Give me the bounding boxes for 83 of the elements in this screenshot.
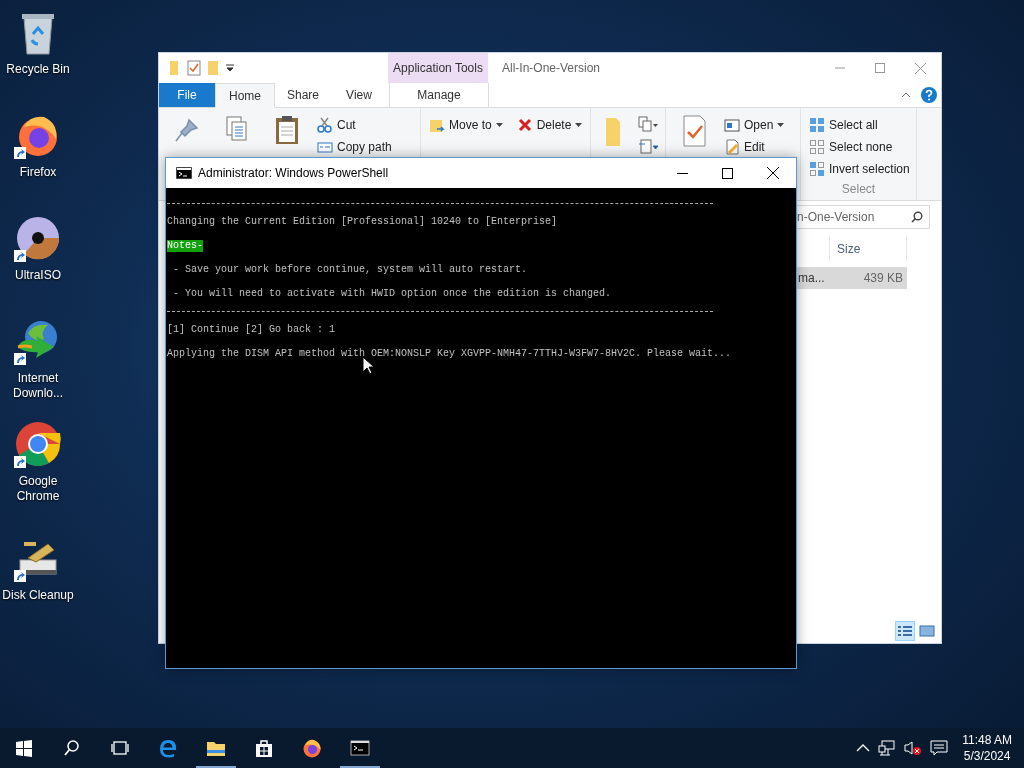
console-line: Applying the DISM API method with OEM:NONSLP Key XGVPP-NMH47-7TTHJ-W3FW7-8HV2C. Please wait... xyxy=(167,348,732,360)
customize-caret-icon[interactable] xyxy=(225,63,235,73)
search-placeholder: n-One-Version xyxy=(797,210,875,224)
column-header[interactable]: Size xyxy=(829,237,907,261)
ribbon-tab[interactable]: File xyxy=(159,83,215,107)
window-title: Administrator: Windows PowerShell xyxy=(198,166,390,180)
network-icon[interactable] xyxy=(878,740,897,756)
invert-selection-icon xyxy=(809,161,825,177)
date-text: 5/3/2024 xyxy=(963,748,1011,764)
edit-icon xyxy=(724,139,740,155)
icon-label[interactable]: UltraISO xyxy=(1,268,75,283)
view-button[interactable] xyxy=(895,621,915,641)
icon-label[interactable]: Google Chrome xyxy=(1,474,75,504)
window-title: All-In-One-Version xyxy=(502,61,601,75)
ribbon-button[interactable]: Delete xyxy=(514,114,585,136)
caret-icon xyxy=(575,123,583,127)
ribbon-button[interactable]: Select all xyxy=(807,114,912,136)
shortcut-arrow-icon xyxy=(14,570,26,582)
properties-icon[interactable] xyxy=(187,60,201,76)
running-indicator xyxy=(340,766,380,768)
ribbon-button[interactable]: Open xyxy=(722,114,787,136)
shortcut-arrow-icon xyxy=(14,250,26,262)
move-to-icon xyxy=(429,117,445,133)
icon-label[interactable]: Recycle Bin xyxy=(1,62,75,77)
file-size: 439 KB xyxy=(863,271,903,285)
maximize-icon[interactable] xyxy=(722,167,733,179)
context-tab-header: Application Tools xyxy=(393,61,483,75)
ribbon-button[interactable]: Select none xyxy=(807,136,912,158)
clock[interactable]: 11:48 AM 5/3/2024 xyxy=(962,732,1012,764)
search-icon xyxy=(62,738,82,758)
ribbon-tab[interactable]: View xyxy=(331,83,387,107)
help-icon[interactable] xyxy=(921,87,937,103)
copy-path-icon xyxy=(317,139,333,155)
ribbon-button[interactable]: Move to xyxy=(427,114,505,136)
icon-label[interactable]: Internet Downlo... xyxy=(8,371,68,401)
scissors-icon xyxy=(317,117,333,133)
notifications-icon[interactable] xyxy=(930,740,949,756)
console-line: [1] Continue [2] Go back : 1 xyxy=(167,324,336,336)
shortcut-arrow-icon xyxy=(14,353,26,365)
folder-icon xyxy=(169,60,181,76)
cursor-icon xyxy=(362,356,374,375)
volume-muted-icon[interactable] xyxy=(904,740,923,756)
open-icon xyxy=(724,117,740,133)
ribbon-button[interactable]: Edit xyxy=(722,136,787,158)
search-icon[interactable] xyxy=(911,211,923,223)
chrome-icon[interactable] xyxy=(14,420,62,468)
time-text: 11:48 AM xyxy=(962,732,1012,748)
task-view-icon xyxy=(110,738,130,758)
file-row[interactable]: ma... 439 KB xyxy=(797,267,907,289)
search-field[interactable]: n-One-Version xyxy=(797,205,930,229)
file-name: ma... xyxy=(798,271,825,285)
disc-icon[interactable] xyxy=(14,214,62,262)
running-indicator xyxy=(196,766,236,768)
ribbon-tab[interactable]: Share xyxy=(275,83,331,107)
ribbon-button[interactable]: Invert selection xyxy=(807,158,912,180)
shortcut-arrow-icon xyxy=(14,456,26,468)
delete-icon xyxy=(516,117,533,133)
start-icon xyxy=(14,738,34,758)
select-all-icon xyxy=(809,117,825,133)
chevron-up-icon[interactable] xyxy=(856,744,871,752)
close-icon[interactable] xyxy=(767,167,779,179)
collapse-ribbon-icon[interactable] xyxy=(901,92,911,98)
caret-icon xyxy=(777,123,785,127)
console-icon xyxy=(350,738,370,758)
ribbon-button[interactable]: Cut xyxy=(315,114,394,136)
details-view-icon xyxy=(897,625,913,637)
console-line: - You will need to activate with HWID option once the edition is changed. xyxy=(172,288,612,300)
caret-icon xyxy=(495,123,503,127)
console-highlight: Notes- xyxy=(167,240,203,252)
store-bag-icon xyxy=(254,738,274,758)
firefox-icon xyxy=(302,738,322,758)
edge-icon xyxy=(158,738,178,758)
large-icons-view-icon xyxy=(919,625,935,637)
console-line: Changing the Current Edition [Professional] 10240 to [Enterprise] xyxy=(167,216,558,228)
console-line: - Save your work before continue, system will auto restart. xyxy=(172,264,528,276)
icon-label[interactable]: Firefox xyxy=(1,165,75,180)
select-none-icon xyxy=(809,139,825,155)
console-icon xyxy=(176,167,192,179)
ribbon-button[interactable]: Copy path xyxy=(315,136,394,158)
group-label: Select xyxy=(840,182,877,196)
ribbon-tab[interactable]: Home xyxy=(215,83,275,108)
shortcut-arrow-icon xyxy=(14,147,26,159)
icon-label[interactable]: Disk Cleanup xyxy=(1,588,75,603)
